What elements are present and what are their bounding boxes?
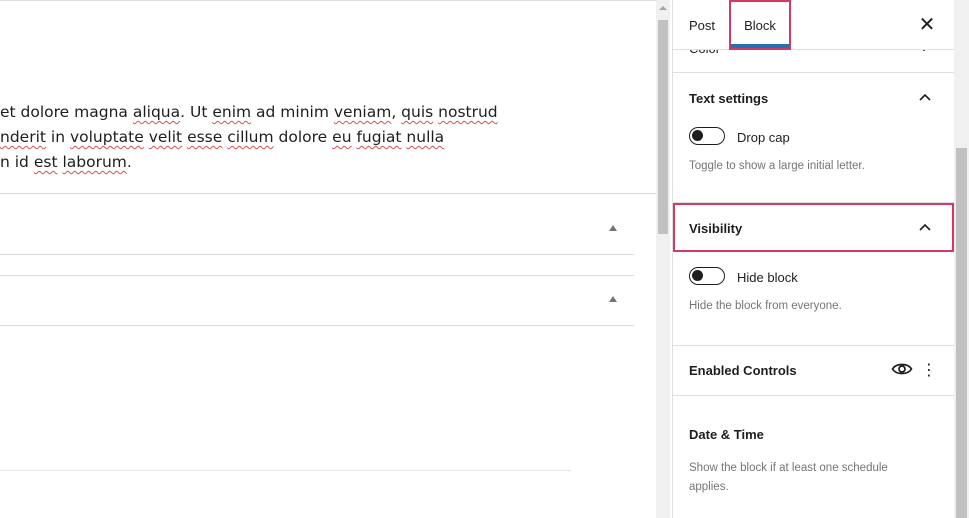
chevron-up-icon[interactable]	[919, 93, 931, 101]
chevron-up-icon[interactable]	[919, 223, 931, 231]
paragraph-text: . Ut	[180, 103, 213, 121]
misspelled-word: velit	[148, 128, 183, 146]
tab-block-label: Block	[744, 18, 776, 33]
toggle-knob	[692, 270, 703, 281]
misspelled-word: veniam	[333, 103, 392, 121]
misspelled-word: voluptate	[69, 128, 144, 146]
drop-cap-help: Toggle to show a large initial letter.	[689, 160, 865, 172]
block-divider	[0, 470, 571, 471]
paragraph-text: n id	[0, 153, 34, 171]
paragraph-text: et dolore magna	[0, 103, 133, 121]
misspelled-word: nulla	[406, 128, 445, 146]
misspelled-word: laborum	[62, 153, 127, 171]
more-vertical-icon[interactable]: ⋮	[921, 362, 937, 378]
paragraph-text: .	[126, 153, 132, 171]
tab-block[interactable]: Block	[729, 0, 791, 50]
hide-block-help: Hide the block from everyone.	[689, 300, 842, 312]
misspelled-word: nderit	[0, 128, 46, 146]
editor-canvas[interactable]: et dolore magna aliqua. Ut enim ad minim…	[0, 0, 656, 518]
tab-post[interactable]: Post	[689, 0, 715, 50]
panel-separator	[673, 72, 954, 73]
misspelled-word: fugiat	[356, 128, 402, 146]
paragraph-block[interactable]: et dolore magna aliqua. Ut enim ad minim…	[0, 100, 656, 175]
misspelled-word: nostrud	[438, 103, 498, 121]
editor-scrollbar-thumb[interactable]	[658, 20, 668, 234]
misspelled-word: cillum	[227, 128, 274, 146]
misspelled-word: quis	[401, 103, 434, 121]
hide-block-label: Hide block	[737, 270, 798, 285]
active-tab-indicator	[731, 44, 789, 48]
visibility-title[interactable]: Visibility	[689, 221, 742, 236]
misspelled-word: enim	[212, 103, 252, 121]
editor-top-border	[0, 0, 656, 1]
enabled-controls-title[interactable]: Enabled Controls	[689, 363, 797, 378]
block-divider	[0, 325, 634, 326]
paragraph-text: in	[45, 128, 70, 146]
sidebar-header: Post Block ✕	[673, 0, 954, 50]
block-divider	[0, 193, 656, 194]
sidebar-scrollbar[interactable]	[954, 0, 969, 518]
hide-block-toggle[interactable]	[689, 267, 725, 285]
paragraph-line: et dolore magna aliqua. Ut enim ad minim…	[0, 100, 656, 125]
paragraph-text: ,	[391, 103, 402, 121]
paragraph-line: nderit in voluptate velit esse cillum do…	[0, 125, 656, 150]
misspelled-word: eu	[332, 128, 352, 146]
drop-cap-label: Drop cap	[737, 130, 790, 145]
panel-separator	[673, 395, 954, 396]
paragraph-line: n id est laborum.	[0, 150, 656, 175]
close-icon[interactable]: ✕	[917, 14, 937, 34]
text-settings-title[interactable]: Text settings	[689, 91, 768, 106]
toggle-knob	[692, 130, 703, 141]
sidebar-scrollbar-thumb[interactable]	[956, 148, 967, 518]
misspelled-word: est	[33, 153, 58, 171]
paragraph-text: dolore	[273, 128, 333, 146]
editor-scrollbar[interactable]	[656, 0, 670, 518]
paragraph-text: ad minim	[251, 103, 334, 121]
misspelled-word: aliqua	[132, 103, 181, 121]
settings-sidebar: Color ⌄ Post Block ✕ Text settings Drop …	[672, 0, 954, 518]
date-time-help: Show the block if at least one schedule …	[689, 462, 888, 493]
scroll-up-arrow-icon[interactable]	[659, 6, 667, 10]
misspelled-word: esse	[187, 128, 223, 146]
collapse-arrow-icon[interactable]	[609, 296, 617, 302]
collapse-arrow-icon[interactable]	[609, 225, 617, 231]
block-divider	[0, 254, 634, 255]
panel-separator	[673, 345, 954, 346]
drop-cap-toggle[interactable]	[689, 127, 725, 145]
block-divider	[0, 275, 634, 276]
date-time-title[interactable]: Date & Time	[689, 427, 764, 442]
eye-icon[interactable]	[891, 361, 913, 377]
